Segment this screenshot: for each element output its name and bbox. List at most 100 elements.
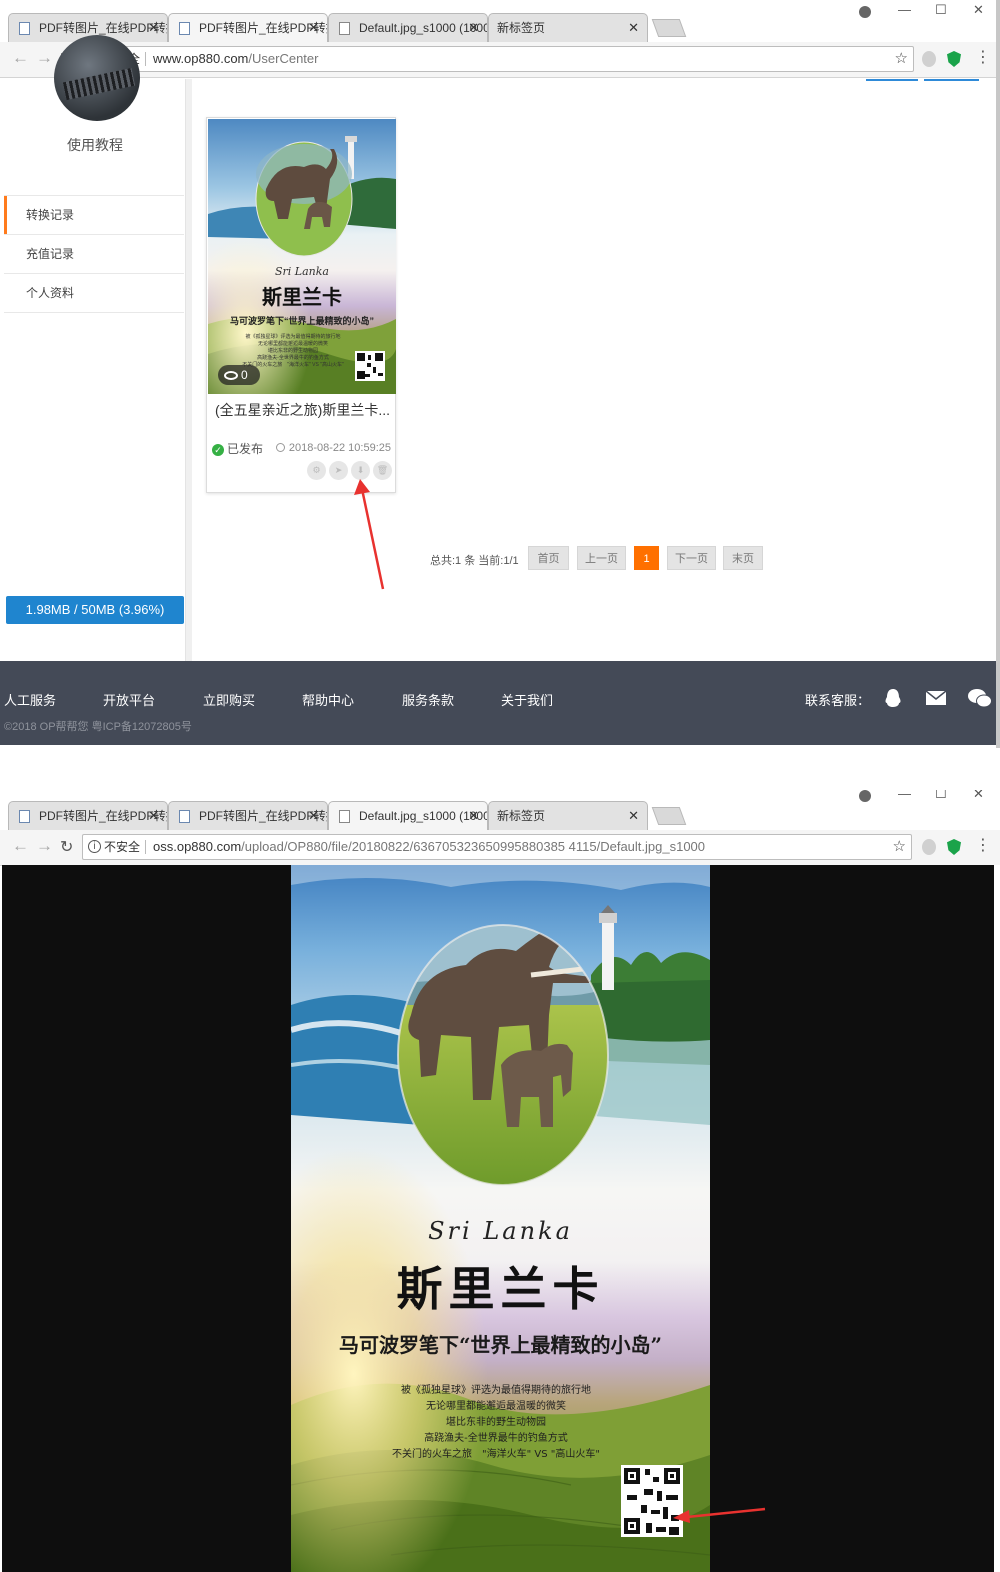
- scroll-gutter: [994, 865, 1000, 1572]
- close-icon[interactable]: ✕: [628, 14, 639, 42]
- profile-icon[interactable]: [859, 6, 871, 18]
- close-icon[interactable]: ✕: [628, 802, 639, 830]
- footer-link-buy-now[interactable]: 立即购买: [203, 690, 255, 709]
- tab-new-tab-page[interactable]: 新标签页 ✕: [488, 801, 648, 830]
- eye-icon: [224, 371, 238, 380]
- header-button-edge[interactable]: [924, 79, 979, 81]
- back-icon[interactable]: ←: [12, 836, 29, 856]
- document-thumbnail[interactable]: Sri Lanka 斯里兰卡 马可波罗笔下“世界上最精致的小岛” 被《孤独星球》…: [208, 119, 396, 394]
- wechat-icon[interactable]: [968, 688, 992, 708]
- header-button-edge[interactable]: [866, 79, 918, 81]
- info-icon[interactable]: i: [88, 840, 101, 853]
- sidebar-item-recharge[interactable]: 充值记录: [4, 235, 184, 274]
- sidebar-item-conversions[interactable]: 转换记录: [4, 196, 184, 235]
- poster-subtitle: 马可波罗笔下“世界上最精致的小岛”: [338, 1333, 662, 1357]
- thumb-line: 被《孤独星球》评选为最值得期待的旅行地: [245, 334, 341, 340]
- contact-label: 联系客服：: [805, 693, 871, 708]
- extension-icon[interactable]: [922, 51, 936, 67]
- next-page-button[interactable]: 下一页: [667, 546, 716, 570]
- page-icon: [19, 22, 30, 35]
- qq-icon[interactable]: [884, 688, 902, 708]
- annotation-arrow: [673, 1507, 766, 1523]
- poster-image[interactable]: Sri Lanka 斯里兰卡 马可波罗笔下“世界上最精致的小岛” 被《孤独星球》…: [291, 865, 710, 1572]
- tab-new-tab-page[interactable]: 新标签页 ✕: [488, 13, 648, 42]
- forward-icon[interactable]: →: [36, 836, 53, 856]
- share-icon[interactable]: ➤: [329, 461, 348, 480]
- storage-usage-bar: 1.98MB / 50MB (3.96%): [6, 596, 184, 624]
- prev-page-button[interactable]: 上一页: [577, 546, 626, 570]
- close-icon[interactable]: ✕: [148, 802, 159, 830]
- shield-extension-icon[interactable]: [947, 839, 961, 855]
- url-text[interactable]: www.op880.com/UserCenter: [153, 47, 318, 71]
- url-host: www.op880.com: [153, 51, 249, 66]
- page-icon: [19, 810, 30, 823]
- reload-icon[interactable]: ↻: [60, 837, 73, 857]
- tab-pdf-convert-2[interactable]: PDF转图片_在线PDF转换 ✕: [168, 801, 328, 830]
- divider: [145, 52, 146, 66]
- last-page-button[interactable]: 末页: [723, 546, 763, 570]
- menu-icon[interactable]: ⋮: [975, 835, 991, 855]
- footer-link-open-platform[interactable]: 开放平台: [103, 690, 155, 709]
- view-count-badge: 0: [218, 365, 260, 385]
- edit-icon[interactable]: ⚙: [307, 461, 326, 480]
- tab-default-jpg[interactable]: Default.jpg_s1000 (1000 ✕: [328, 13, 488, 42]
- profile-icon[interactable]: [859, 790, 871, 802]
- divider: [145, 840, 146, 854]
- address-bar[interactable]: i 不安全 www.op880.com/UserCenter ☆: [82, 46, 914, 72]
- close-icon[interactable]: ✕: [308, 14, 319, 42]
- url-host: oss.op880.com: [153, 839, 242, 854]
- back-icon[interactable]: ←: [12, 48, 29, 68]
- minimize-icon[interactable]: —: [898, 2, 911, 17]
- bookmark-star-icon[interactable]: ☆: [893, 835, 906, 859]
- tab-pdf-convert-2[interactable]: PDF转图片_在线PDF转换 ✕: [168, 13, 328, 42]
- url-text[interactable]: oss.op880.com/upload/OP880/file/20180822…: [153, 835, 705, 859]
- close-icon[interactable]: ✕: [148, 14, 159, 42]
- tab-strip: PDF转图片_在线PDF转换 ✕ PDF转图片_在线PDF转换 ✕ Defaul…: [0, 0, 996, 42]
- extension-icon[interactable]: [922, 839, 936, 855]
- first-page-button[interactable]: 首页: [528, 546, 569, 570]
- download-icon[interactable]: ⬇: [351, 461, 370, 480]
- poster-line: 堪比东非的野生动物园: [446, 1417, 546, 1428]
- user-sidebar: 使用教程 转换记录 充值记录 个人资料 1.98MB / 50MB (3.96%…: [4, 35, 186, 661]
- sidebar-item-profile[interactable]: 个人资料: [4, 274, 184, 313]
- thumb-line: 无论哪里都能邂逅最温暖的微笑: [257, 341, 328, 347]
- thumb-title: 斯里兰卡: [262, 287, 342, 309]
- shield-extension-icon[interactable]: [947, 51, 961, 67]
- page-icon: [179, 810, 190, 823]
- document-date: 2018-08-22 10:59:25: [275, 442, 391, 454]
- forward-icon[interactable]: →: [36, 48, 53, 68]
- tab-pdf-convert-1[interactable]: PDF转图片_在线PDF转换 ✕: [8, 801, 168, 830]
- footer-link-about-us[interactable]: 关于我们: [501, 690, 553, 709]
- footer-link-manual-service[interactable]: 人工服务: [4, 690, 56, 709]
- delete-icon[interactable]: 🗑: [373, 461, 392, 480]
- poster-script-title: Sri Lanka: [428, 1217, 573, 1245]
- maximize-icon[interactable]: ☐: [935, 790, 947, 802]
- maximize-icon[interactable]: ☐: [935, 2, 947, 18]
- footer-link-terms[interactable]: 服务条款: [402, 690, 454, 709]
- page-1-button[interactable]: 1: [634, 546, 659, 570]
- mail-icon[interactable]: [926, 691, 946, 705]
- close-icon[interactable]: ✕: [468, 802, 479, 830]
- check-icon: ✓: [212, 444, 224, 456]
- image-viewer-background: Sri Lanka 斯里兰卡 马可波罗笔下“世界上最精致的小岛” 被《孤独星球》…: [2, 865, 994, 1572]
- footer-link-help-center[interactable]: 帮助中心: [302, 690, 354, 709]
- menu-icon[interactable]: ⋮: [975, 47, 991, 67]
- window-close-icon[interactable]: ✕: [973, 2, 984, 18]
- tutorial-link[interactable]: 使用教程: [4, 135, 186, 155]
- new-tab-button[interactable]: [651, 19, 687, 37]
- address-bar[interactable]: i 不安全 oss.op880.com/upload/OP880/file/20…: [82, 834, 912, 860]
- minimize-icon[interactable]: —: [898, 790, 911, 801]
- close-icon[interactable]: ✕: [468, 14, 479, 42]
- window-close-icon[interactable]: ✕: [973, 790, 984, 802]
- document-card[interactable]: Sri Lanka 斯里兰卡 马可波罗笔下“世界上最精致的小岛” 被《孤独星球》…: [206, 117, 396, 493]
- poster-line: 高跷渔夫-全世界最牛的钓鱼方式: [424, 1433, 568, 1444]
- new-tab-button[interactable]: [651, 807, 687, 825]
- close-icon[interactable]: ✕: [308, 802, 319, 830]
- card-actions: ⚙ ➤ ⬇ 🗑: [304, 460, 392, 480]
- document-title[interactable]: (全五星亲近之旅)斯里兰卡...: [215, 400, 391, 420]
- thumb-text-lines: 被《孤独星球》评选为最值得期待的旅行地 无论哪里都能邂逅最温暖的微笑 堪比东非的…: [228, 334, 358, 369]
- publish-status: ✓ 已发布: [212, 440, 263, 457]
- bookmark-star-icon[interactable]: ☆: [895, 47, 908, 71]
- tab-default-jpg[interactable]: Default.jpg_s1000 (1000 ✕: [328, 801, 488, 830]
- poster-line: 无论哪里都能邂逅最温暖的微笑: [426, 1401, 566, 1412]
